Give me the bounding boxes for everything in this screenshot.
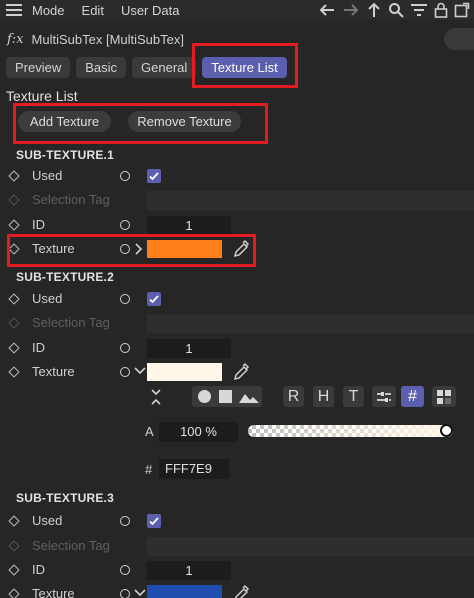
- mode-hex-button[interactable]: #: [401, 386, 424, 407]
- keyframe-diamond-icon[interactable]: [8, 366, 20, 378]
- sub-texture-header: SUB-TEXTURE.2: [16, 270, 114, 284]
- mode-hsv-button[interactable]: H: [313, 386, 334, 407]
- used-label: Used: [32, 168, 63, 183]
- id-field[interactable]: 1: [147, 561, 231, 580]
- keyframe-diamond-icon[interactable]: [8, 219, 20, 231]
- selection-tag-field: [147, 537, 474, 556]
- animate-dot-icon[interactable]: [120, 367, 130, 377]
- selection-tag-row: Selection Tag: [0, 535, 474, 557]
- menu-edit[interactable]: Edit: [82, 3, 104, 18]
- alpha-field[interactable]: 100 %: [159, 422, 238, 442]
- annotation-box-texture: [7, 234, 256, 267]
- search-icon[interactable]: [388, 2, 404, 18]
- chevron-down-icon[interactable]: [134, 366, 146, 376]
- selection-tag-label: Selection Tag: [32, 315, 110, 330]
- texture-row: Texture: [0, 361, 474, 383]
- keyframe-diamond-icon[interactable]: [8, 564, 20, 576]
- sub-texture-header: SUB-TEXTURE.3: [16, 491, 114, 505]
- texture-label: Texture: [32, 364, 75, 379]
- lock-icon[interactable]: [434, 2, 448, 18]
- hex-label: #: [145, 462, 153, 477]
- used-checkbox[interactable]: [147, 169, 161, 183]
- menu-mode[interactable]: Mode: [32, 3, 65, 18]
- selection-tag-label: Selection Tag: [32, 192, 110, 207]
- hamburger-icon[interactable]: [6, 4, 22, 16]
- mode-rgb-button[interactable]: R: [283, 386, 304, 407]
- texture-color-swatch[interactable]: [147, 585, 222, 598]
- alpha-label: A: [145, 424, 154, 439]
- alpha-slider-knob[interactable]: [440, 424, 453, 437]
- keyframe-diamond-icon: [8, 194, 20, 206]
- expand-collapse-icon[interactable]: [150, 387, 162, 407]
- animate-dot-icon[interactable]: [120, 294, 130, 304]
- id-label: ID: [32, 340, 45, 355]
- used-label: Used: [32, 291, 63, 306]
- animate-dot-icon[interactable]: [120, 565, 130, 575]
- used-row: Used: [0, 165, 474, 187]
- square-icon[interactable]: [219, 390, 232, 403]
- menu-bar: Mode Edit User Data: [0, 0, 474, 20]
- keyframe-diamond-icon[interactable]: [8, 588, 20, 598]
- animate-dot-icon[interactable]: [120, 220, 130, 230]
- fx-icon: f:x: [7, 31, 24, 47]
- circle-icon[interactable]: [197, 389, 212, 404]
- selection-tag-row: Selection Tag: [0, 189, 474, 211]
- up-arrow-icon[interactable]: [366, 2, 382, 18]
- id-row: ID 1: [0, 559, 474, 581]
- texture-label: Texture: [32, 586, 75, 598]
- id-row: ID 1: [0, 337, 474, 359]
- sub-texture-header: SUB-TEXTURE.1: [16, 148, 114, 162]
- keyframe-diamond-icon[interactable]: [8, 342, 20, 354]
- chevron-down-icon[interactable]: [134, 588, 146, 598]
- animate-dot-icon[interactable]: [120, 171, 130, 181]
- tab-basic[interactable]: Basic: [76, 57, 127, 78]
- forward-arrow-icon[interactable]: [342, 2, 360, 18]
- filter-icon[interactable]: [410, 2, 428, 18]
- section-title: Texture List: [6, 88, 78, 104]
- used-checkbox[interactable]: [147, 514, 161, 528]
- title-toggle[interactable]: [444, 28, 474, 50]
- used-label: Used: [32, 513, 63, 528]
- texture-row: Texture: [0, 583, 474, 598]
- eyedropper-icon[interactable]: [232, 584, 250, 598]
- hex-field[interactable]: FFF7E9: [159, 459, 229, 479]
- used-row: Used: [0, 288, 474, 310]
- picker-mode-group: [192, 386, 262, 407]
- alpha-slider[interactable]: [248, 425, 453, 437]
- keyframe-diamond-icon: [8, 540, 20, 552]
- id-row: ID 1: [0, 214, 474, 236]
- animate-dot-icon[interactable]: [120, 589, 130, 598]
- used-checkbox[interactable]: [147, 292, 161, 306]
- id-label: ID: [32, 562, 45, 577]
- image-icon[interactable]: [239, 390, 259, 403]
- tab-general[interactable]: General: [132, 57, 197, 78]
- mixer-icon[interactable]: [372, 386, 396, 407]
- texture-color-swatch[interactable]: [147, 363, 222, 381]
- eyedropper-icon[interactable]: [232, 362, 250, 382]
- annotation-box-buttons: [13, 103, 268, 144]
- selection-tag-field: [147, 314, 474, 333]
- animate-dot-icon[interactable]: [120, 343, 130, 353]
- used-row: Used: [0, 510, 474, 532]
- keyframe-diamond-icon: [8, 317, 20, 329]
- swatches-icon[interactable]: [432, 386, 456, 407]
- new-window-icon[interactable]: [454, 2, 470, 18]
- keyframe-diamond-icon[interactable]: [8, 515, 20, 527]
- annotation-box-tab: [192, 43, 298, 88]
- id-field[interactable]: 1: [147, 339, 231, 358]
- selection-tag-field: [147, 191, 474, 210]
- keyframe-diamond-icon[interactable]: [8, 170, 20, 182]
- back-arrow-icon[interactable]: [318, 2, 336, 18]
- selection-tag-row: Selection Tag: [0, 312, 474, 334]
- animate-dot-icon[interactable]: [120, 516, 130, 526]
- mode-temperature-button[interactable]: T: [343, 386, 364, 407]
- keyframe-diamond-icon[interactable]: [8, 293, 20, 305]
- tab-preview[interactable]: Preview: [6, 57, 71, 78]
- menu-user-data[interactable]: User Data: [121, 3, 180, 18]
- id-field[interactable]: 1: [147, 216, 231, 235]
- selection-tag-label: Selection Tag: [32, 538, 110, 553]
- object-title: MultiSubTex [MultiSubTex]: [31, 31, 184, 47]
- toolbar-icons: [318, 0, 470, 20]
- id-label: ID: [32, 217, 45, 232]
